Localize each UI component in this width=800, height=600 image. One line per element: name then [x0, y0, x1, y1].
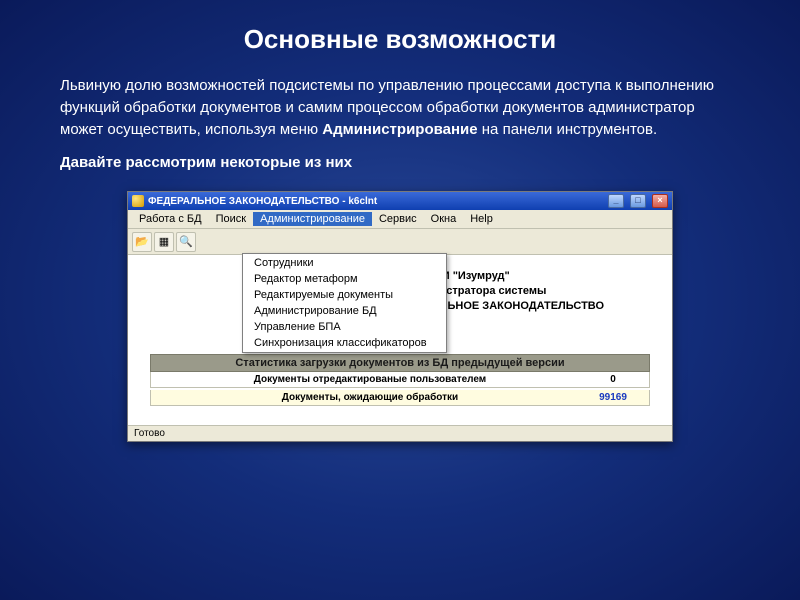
- slide-paragraph-2: Давайте рассмотрим некоторые из них: [0, 150, 800, 185]
- dropdown-item-redaktiruemye-dokumenty[interactable]: Редактируемые документы: [244, 287, 445, 303]
- stats-row-label: Документы отредактированые пользователем: [157, 374, 583, 385]
- dropdown-item-redaktor-metaform[interactable]: Редактор метаформ: [244, 271, 445, 287]
- toolbar-button-3[interactable]: 🔍: [176, 232, 196, 252]
- dropdown-item-administrirovanie-bd[interactable]: Администрирование БД: [244, 303, 445, 319]
- stats-row-pending: Документы, ожидающие обработки 99169: [150, 390, 650, 406]
- menu-administrirovanie[interactable]: Администрирование: [253, 212, 372, 226]
- close-button[interactable]: ×: [652, 194, 668, 208]
- toolbar: 📂 ▦ 🔍: [128, 229, 672, 255]
- window-titlebar: ФЕДЕРАЛЬНОЕ ЗАКОНОДАТЕЛЬСТВО - k6clnt _ …: [128, 192, 672, 210]
- dropdown-item-sotrudniki[interactable]: Сотрудники: [244, 255, 445, 271]
- stats-row-edited: Документы отредактированые пользователем…: [150, 372, 650, 388]
- stats-row-value: 0: [583, 374, 643, 385]
- menu-okna[interactable]: Окна: [424, 212, 464, 226]
- stats-row-value[interactable]: 99169: [583, 392, 643, 403]
- dropdown-item-sinhronizaciya[interactable]: Синхронизация классификаторов: [244, 335, 445, 351]
- stats-row-label: Документы, ожидающие обработки: [157, 392, 583, 403]
- menu-help[interactable]: Help: [463, 212, 500, 226]
- statusbar: Готово: [128, 425, 672, 441]
- slide-paragraph-post: на панели инструментов.: [478, 121, 658, 138]
- search-icon: 🔍: [179, 235, 193, 248]
- window-title: ФЕДЕРАЛЬНОЕ ЗАКОНОДАТЕЛЬСТВО - k6clnt: [148, 196, 377, 207]
- admin-dropdown-menu: Сотрудники Редактор метаформ Редактируем…: [242, 253, 447, 353]
- app-icon: [132, 195, 144, 207]
- document-icon: ▦: [159, 235, 169, 248]
- content-area: Сотрудники Редактор метаформ Редактируем…: [128, 255, 672, 425]
- slide-paragraph: Львиную долю возможностей подсистемы по …: [0, 55, 800, 150]
- slide-menu-name: Администрирование: [322, 121, 477, 138]
- menu-servis[interactable]: Сервис: [372, 212, 424, 226]
- maximize-button[interactable]: □: [630, 194, 646, 208]
- menu-rabota-s-bd[interactable]: Работа с БД: [132, 212, 209, 226]
- menu-poisk[interactable]: Поиск: [209, 212, 253, 226]
- toolbar-button-2[interactable]: ▦: [154, 232, 174, 252]
- app-window: ФЕДЕРАЛЬНОЕ ЗАКОНОДАТЕЛЬСТВО - k6clnt _ …: [127, 191, 673, 442]
- dropdown-item-upravlenie-bpa[interactable]: Управление БПА: [244, 319, 445, 335]
- stats-header: Статистика загрузки документов из БД пре…: [150, 354, 650, 372]
- menubar: Работа с БД Поиск Администрирование Серв…: [128, 210, 672, 229]
- folder-icon: 📂: [135, 235, 149, 248]
- minimize-button[interactable]: _: [608, 194, 624, 208]
- slide-title: Основные возможности: [0, 0, 800, 55]
- toolbar-button-1[interactable]: 📂: [132, 232, 152, 252]
